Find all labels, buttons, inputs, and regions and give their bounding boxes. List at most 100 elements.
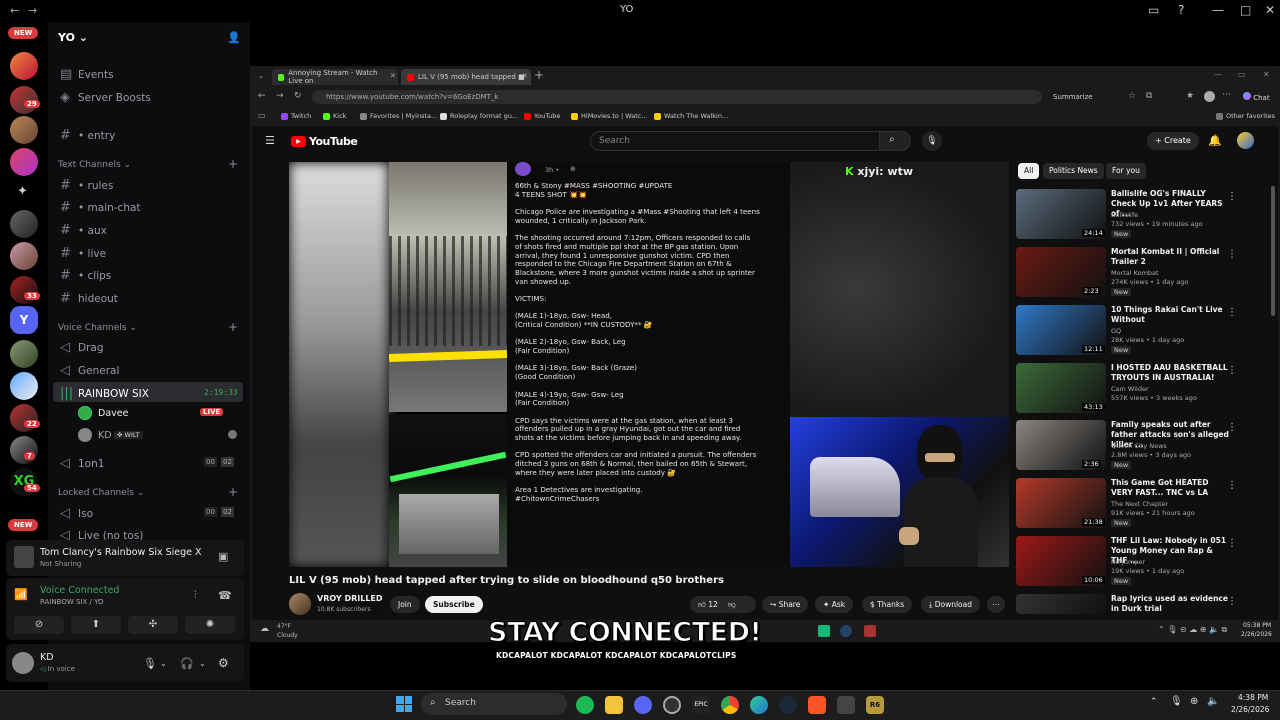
- voice-location[interactable]: RAINBOW SIX / YO: [40, 598, 104, 606]
- clock-time[interactable]: 4:38 PM: [1238, 693, 1268, 702]
- recommended-video[interactable]: 12:11 10 Things Rakai Can't Live Without G…: [1016, 305, 1271, 357]
- chevron-down-icon[interactable]: ⌄: [160, 659, 167, 668]
- voice-channel-iso[interactable]: ◁ Iso: [60, 506, 93, 521]
- recommended-video[interactable]: 43:13 I HOSTED AAU BASKETBALL TRYOUTS IN …: [1016, 363, 1271, 415]
- recommended-video[interactable]: 2:23 Mortal Kombat II | Official Trailer …: [1016, 247, 1271, 299]
- favorites-bar-icon[interactable]: ▭: [258, 111, 266, 120]
- minimize-button[interactable]: —: [1212, 3, 1224, 17]
- tab-youtube-video[interactable]: LIL V (95 mob) head tapped ■: [401, 69, 531, 85]
- chip-politics-news[interactable]: Politics News: [1043, 163, 1104, 179]
- join-button[interactable]: Join: [390, 596, 420, 613]
- camera-off-button[interactable]: ⊘: [14, 616, 64, 634]
- extensions-icon[interactable]: ⧉: [1146, 91, 1152, 101]
- avatar[interactable]: [289, 593, 311, 615]
- events-link[interactable]: ▤ Events: [60, 67, 114, 82]
- brave-icon[interactable]: [808, 696, 826, 714]
- app-icon[interactable]: [818, 625, 830, 637]
- start-button[interactable]: [396, 696, 412, 712]
- help-icon[interactable]: ?: [1178, 3, 1184, 17]
- more-options-icon[interactable]: ⋮: [1227, 365, 1237, 376]
- youtube-logo[interactable]: ▶ YouTube: [291, 135, 358, 148]
- add-channel-icon[interactable]: +: [228, 157, 238, 171]
- video-title[interactable]: 10 Things Rakai Can't Live Without: [1111, 305, 1231, 325]
- chrome-icon[interactable]: [721, 696, 739, 714]
- screen-share-button[interactable]: ⬆: [71, 616, 121, 634]
- steam-icon[interactable]: [840, 625, 852, 637]
- category-locked[interactable]: Locked Channels ⌄: [58, 488, 144, 498]
- member-name[interactable]: Davee: [98, 408, 128, 419]
- chevron-up-icon[interactable]: ⌃: [1150, 697, 1158, 707]
- recommended-video[interactable]: 21:38 This Game Got HEATED VERY FAST... T…: [1016, 478, 1271, 530]
- disconnect-icon[interactable]: ☎: [218, 589, 232, 602]
- soundboard-button[interactable]: ✺: [185, 616, 235, 634]
- more-options-icon[interactable]: ⋮: [1227, 538, 1237, 549]
- spotify-icon[interactable]: [576, 696, 594, 714]
- refresh-icon[interactable]: ↻: [294, 91, 302, 101]
- more-options-icon[interactable]: ⋮: [1227, 422, 1237, 433]
- tab-annoying-stream[interactable]: Annoying Stream - Watch Live on: [272, 69, 398, 85]
- category-voice[interactable]: Voice Channels ⌄: [58, 323, 137, 333]
- signal-icon[interactable]: 📶: [14, 588, 28, 601]
- more-options-icon[interactable]: ⋮: [1227, 249, 1237, 260]
- app-icon[interactable]: [837, 696, 855, 714]
- back-arrow-icon[interactable]: ←: [258, 91, 266, 101]
- create-button[interactable]: + Create: [1147, 132, 1199, 150]
- tray-icons[interactable]: ⌃ 🎙 ⊝ ☁ ⊕ 🔈 ⧉: [1158, 625, 1227, 635]
- channel-hideout[interactable]: # hideout: [60, 291, 118, 306]
- more-actions-button[interactable]: ⋯: [987, 596, 1005, 613]
- video-thumbnail[interactable]: [1016, 594, 1106, 614]
- add-channel-icon[interactable]: +: [228, 485, 238, 499]
- download-button[interactable]: ⤓ Download: [921, 596, 980, 613]
- rainbow-six-icon[interactable]: R6: [866, 696, 884, 714]
- like-count[interactable]: 12: [708, 600, 718, 609]
- server-icon[interactable]: [10, 148, 38, 176]
- server-icon[interactable]: [10, 436, 38, 464]
- volume-icon[interactable]: 🔈: [1207, 696, 1219, 707]
- recommended-video[interactable]: 2:36 Family speaks out after father attac…: [1016, 420, 1271, 472]
- video-player[interactable]: 3h • ⊕ 66th & Stony #MASS #SHOOTING #UPD…: [289, 162, 1009, 567]
- maximize-button[interactable]: □: [1240, 3, 1251, 17]
- voice-channel-general[interactable]: ◁ General: [60, 363, 119, 378]
- ask-button[interactable]: ✦ Ask: [815, 596, 854, 613]
- channel-main-chat[interactable]: # • main-chat: [60, 200, 141, 215]
- server-icon-yo[interactable]: Y: [10, 306, 38, 334]
- screen-share-icon[interactable]: ▣: [218, 550, 228, 563]
- minimize-button[interactable]: —: [1214, 70, 1222, 79]
- microphone-icon[interactable]: 🎙: [922, 131, 942, 151]
- channel-name[interactable]: Queen City News: [1111, 442, 1167, 450]
- chevron-down-icon[interactable]: ⌄: [199, 659, 206, 668]
- favorite-roleplay[interactable]: Roleplay format gu...: [440, 112, 518, 120]
- channel-name[interactable]: GQ: [1111, 327, 1121, 335]
- bell-icon[interactable]: 🔔: [1208, 134, 1222, 147]
- star-icon[interactable]: ☆: [1128, 91, 1136, 101]
- server-icon[interactable]: [10, 52, 38, 80]
- clock-date[interactable]: 2/26/2026: [1231, 705, 1269, 714]
- recommended-video[interactable]: 10:06 THF Lil Law: Nobody in 051 Young Mo…: [1016, 536, 1271, 588]
- network-icon[interactable]: ⊕: [1190, 696, 1198, 707]
- thanks-button[interactable]: $ Thanks: [862, 596, 913, 613]
- address-bar[interactable]: https://www.youtube.com/watch?v=6GoEzDMT…: [312, 90, 1042, 104]
- avatar[interactable]: [78, 406, 92, 420]
- back-arrow-icon[interactable]: ←: [10, 4, 19, 17]
- close-tab-icon[interactable]: ✕: [522, 72, 528, 80]
- favorites-icon[interactable]: ★: [1186, 91, 1194, 101]
- inbox-icon[interactable]: ▭: [1148, 3, 1159, 17]
- favorite-kick[interactable]: Kick: [323, 112, 346, 120]
- channel-name[interactable]: No Jumper: [1111, 558, 1145, 566]
- channel-name[interactable]: Mortal Kombat: [1111, 269, 1159, 277]
- channel-live[interactable]: # • live: [60, 246, 106, 261]
- server-icon[interactable]: [10, 372, 38, 400]
- channel-rules[interactable]: # • rules: [60, 178, 113, 193]
- noise-suppression-icon[interactable]: ⫶: [194, 590, 197, 601]
- video-title[interactable]: I HOSTED AAU BASKETBALL TRYOUTS IN AUSTR…: [1111, 363, 1231, 383]
- app-icon[interactable]: [864, 625, 876, 637]
- favorite-walking-dead[interactable]: Watch The Walkin...: [654, 112, 728, 120]
- server-boosts-link[interactable]: ◈ Server Boosts: [60, 90, 151, 105]
- summarize-button[interactable]: Summarize: [1053, 93, 1093, 101]
- add-friend-icon[interactable]: 👤: [227, 31, 241, 44]
- share-button[interactable]: ↪ Share: [762, 596, 809, 613]
- video-title[interactable]: Rap lyrics used as evidence in Durk tria…: [1111, 594, 1231, 614]
- forward-arrow-icon[interactable]: →: [28, 4, 37, 17]
- more-options-icon[interactable]: ⋮: [1227, 191, 1237, 202]
- taskbar-search[interactable]: ⌕ Search: [421, 693, 567, 715]
